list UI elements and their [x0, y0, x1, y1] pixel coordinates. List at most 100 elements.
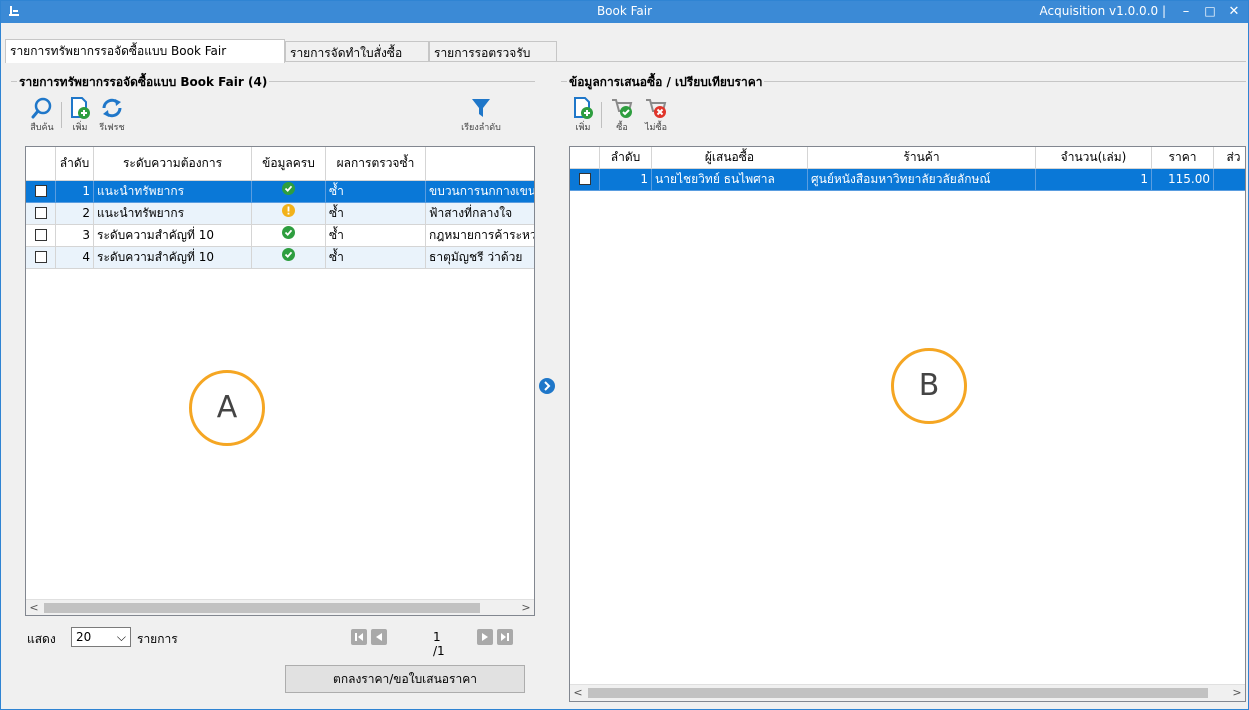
sort-label: เรียงลำดับ	[461, 123, 501, 133]
row-complete	[252, 225, 326, 247]
row-complete	[252, 247, 326, 269]
row-title: กฎหมายการค้าระหว่าง	[426, 225, 534, 247]
last-page-button[interactable]	[497, 629, 513, 645]
header-proposer[interactable]: ผู้เสนอซื้อ	[652, 147, 808, 169]
header-discount[interactable]: ส่ว	[1214, 147, 1245, 169]
page-size-select[interactable]: 20 ⌵	[71, 627, 131, 647]
left-grid: ลำดับ ระดับความต้องการ ข้อมูลครบ ผลการตร…	[25, 146, 535, 616]
filter-funnel-icon	[472, 99, 490, 117]
last-page-icon	[501, 633, 509, 641]
right-horizontal-scrollbar[interactable]: < >	[570, 684, 1245, 701]
row-dup: ซ้ำ	[326, 225, 426, 247]
row-dup: ซ้ำ	[326, 181, 426, 203]
scroll-left-icon[interactable]: <	[570, 685, 586, 701]
row-no: 4	[56, 247, 94, 269]
search-label: สืบค้น	[30, 123, 54, 133]
check-circle-icon	[282, 226, 295, 239]
left-horizontal-scrollbar[interactable]: < >	[26, 599, 534, 615]
not-buy-button[interactable]: ไม่ซื้อ	[639, 96, 673, 134]
not-buy-label: ไม่ซื้อ	[645, 123, 667, 133]
prev-page-icon	[376, 633, 382, 641]
add-proposal-label: เพิ่ม	[575, 123, 591, 133]
first-page-icon	[355, 633, 363, 641]
maximize-button[interactable]: □	[1200, 2, 1220, 22]
move-right-button[interactable]	[539, 378, 555, 394]
tab-awaiting-receipt[interactable]: รายการรอตรวจรับ	[429, 41, 557, 63]
row-title: ธาตุมัญชรี ว่าด้วย	[426, 247, 534, 269]
warning-circle-icon	[282, 204, 295, 217]
add-label: เพิ่ม	[72, 123, 88, 133]
row-checkbox[interactable]	[26, 181, 56, 203]
toolbar-separator	[61, 102, 62, 128]
tab-book-fair[interactable]: รายการทรัพยากรรอจัดซื้อแบบ Book Fair	[5, 39, 285, 63]
row-store: ศูนย์หนังสือมหาวิทยาลัยวลัยลักษณ์	[808, 169, 1036, 191]
row-checkbox[interactable]	[26, 203, 56, 225]
add-document-icon	[71, 97, 90, 119]
scroll-thumb[interactable]	[44, 603, 480, 613]
add-button[interactable]: เพิ่ม	[65, 96, 95, 134]
row-dup: ซ้ำ	[326, 247, 426, 269]
table-row[interactable]: 4 ระดับความสำคัญที่ 10 ซ้ำ ธาตุมัญชรี ว่…	[26, 247, 534, 269]
close-button[interactable]: ✕	[1224, 2, 1244, 22]
add-document-icon	[574, 97, 593, 119]
table-row[interactable]: 2 แนะนำทรัพยากร ซ้ำ ฟ้าสางที่กลางใจ	[26, 203, 534, 225]
row-no: 1	[600, 169, 652, 191]
row-quantity: 1	[1036, 169, 1152, 191]
header-no[interactable]: ลำดับ	[56, 147, 94, 181]
left-group-title: รายการทรัพยากรรอจัดซื้อแบบ Book Fair (4)	[17, 73, 270, 92]
tab-purchase-orders[interactable]: รายการจัดทำใบสั่งซื้อ	[285, 41, 429, 63]
title-bar: Book Fair Acquisition v1.0.0.0 | – □ ✕	[1, 1, 1248, 23]
show-label: แสดง	[27, 632, 56, 646]
header-store[interactable]: ร้านค้า	[808, 147, 1036, 169]
cart-check-icon	[612, 99, 633, 118]
prev-page-button[interactable]	[371, 629, 387, 645]
header-check	[570, 147, 600, 169]
refresh-label: รีเฟรช	[99, 123, 125, 133]
main-tabs: รายการทรัพยากรรอจัดซื้อแบบ Book Fair ราย…	[5, 39, 1246, 63]
add-proposal-button[interactable]: เพิ่ม	[569, 96, 597, 134]
page-size-value: 20	[76, 630, 92, 644]
header-quantity[interactable]: จำนวน(เล่ม)	[1036, 147, 1152, 169]
search-button[interactable]: สืบค้น	[25, 96, 59, 134]
header-title[interactable]	[426, 147, 534, 181]
refresh-button[interactable]: รีเฟรช	[95, 96, 129, 134]
row-discount	[1214, 169, 1245, 191]
scroll-thumb[interactable]	[588, 688, 1208, 698]
row-checkbox[interactable]	[26, 247, 56, 269]
row-no: 2	[56, 203, 94, 225]
minimize-button[interactable]: –	[1176, 2, 1196, 22]
header-complete[interactable]: ข้อมูลครบ	[252, 147, 326, 181]
row-complete	[252, 181, 326, 203]
cart-remove-icon	[646, 99, 667, 118]
tab-content: รายการทรัพยากรรอจัดซื้อแบบ Book Fair (4)…	[5, 61, 1246, 707]
header-price[interactable]: ราคา	[1152, 147, 1214, 169]
header-no[interactable]: ลำดับ	[600, 147, 652, 169]
row-no: 1	[56, 181, 94, 203]
sort-button[interactable]: เรียงลำดับ	[453, 96, 509, 134]
check-circle-icon	[282, 182, 295, 195]
right-group-title: ข้อมูลการเสนอซื้อ / เปรียบเทียบราคา	[567, 73, 765, 92]
row-level: ระดับความสำคัญที่ 10	[94, 247, 252, 269]
header-level[interactable]: ระดับความต้องการ	[94, 147, 252, 181]
row-level: ระดับความสำคัญที่ 10	[94, 225, 252, 247]
next-page-button[interactable]	[477, 629, 493, 645]
row-checkbox[interactable]	[26, 225, 56, 247]
header-dup-check[interactable]: ผลการตรวจซ้ำ	[326, 147, 426, 181]
scroll-right-icon[interactable]: >	[518, 600, 534, 615]
table-row[interactable]: 1 แนะนำทรัพยากร ซ้ำ ขบวนการนกกางเขน	[26, 181, 534, 203]
scroll-left-icon[interactable]: <	[26, 600, 42, 615]
table-row[interactable]: 1 นายไชยวิทย์ ธนไพศาล ศูนย์หนังสือมหาวิท…	[570, 169, 1245, 191]
confirm-price-button[interactable]: ตกลงราคา/ขอใบเสนอราคา	[285, 665, 525, 693]
buy-label: ซื้อ	[616, 123, 628, 133]
app-window: Book Fair Acquisition v1.0.0.0 | – □ ✕ ร…	[0, 0, 1249, 710]
search-icon	[31, 97, 52, 119]
table-row[interactable]: 3 ระดับความสำคัญที่ 10 ซ้ำ กฎหมายการค้าร…	[26, 225, 534, 247]
first-page-button[interactable]	[351, 629, 367, 645]
buy-button[interactable]: ซื้อ	[607, 96, 637, 134]
scroll-right-icon[interactable]: >	[1229, 685, 1245, 701]
row-checkbox[interactable]	[570, 169, 600, 191]
check-circle-icon	[282, 248, 295, 261]
row-no: 3	[56, 225, 94, 247]
toolbar-separator	[601, 102, 602, 128]
annotation-b: B	[891, 348, 967, 424]
